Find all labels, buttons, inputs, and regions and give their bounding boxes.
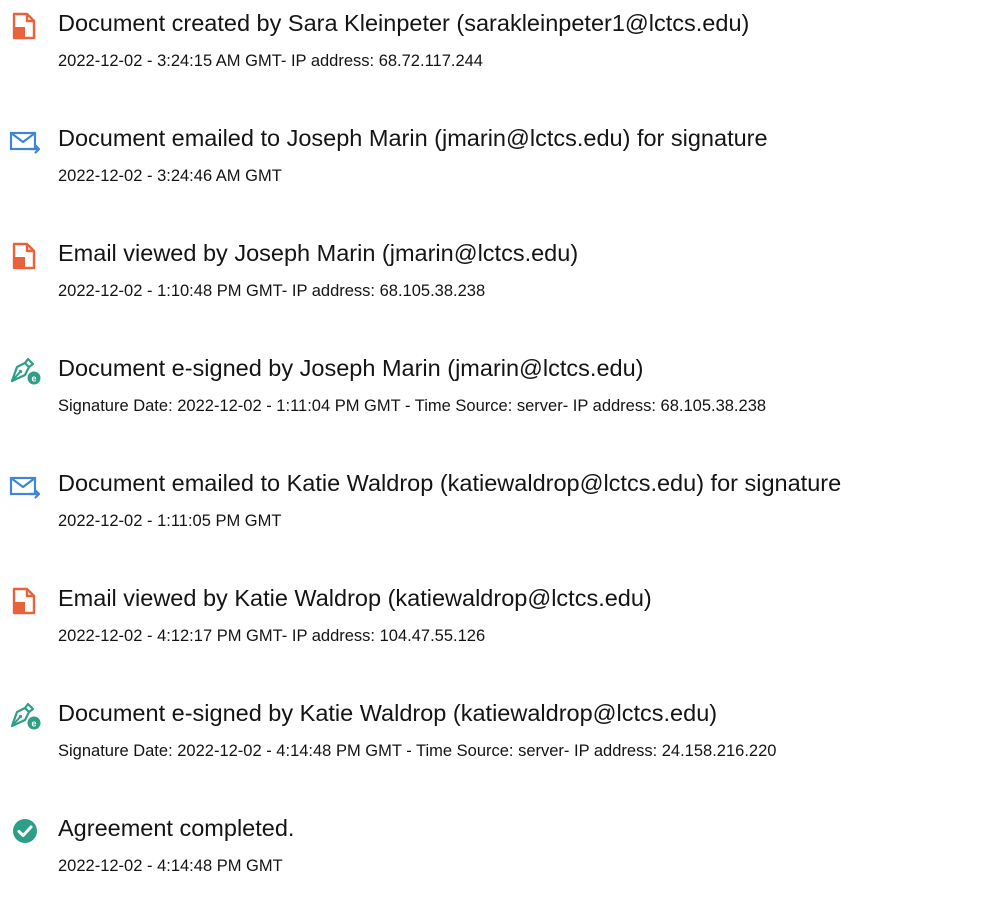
event-detail: Signature Date: 2022-12-02 - 1:11:04 PM … [58,397,767,415]
event-title: Document emailed to Joseph Marin (jmarin… [58,125,768,151]
audit-event-email-viewed: Email viewed by Katie Waldrop (katiewald… [0,575,988,675]
event-detail: 2022-12-02 - 4:14:48 PM GMT [58,857,283,875]
audit-event-email-viewed: Email viewed by Joseph Marin (jmarin@lct… [0,230,988,330]
audit-event-esigned: e Document e-signed by Joseph Marin (jma… [0,345,988,445]
document-created-icon [8,11,42,41]
email-sent-icon [8,471,42,501]
event-title: Document created by Sara Kleinpeter (sar… [58,10,750,36]
audit-event-emailed: Document emailed to Joseph Marin (jmarin… [0,115,988,215]
event-detail: Signature Date: 2022-12-02 - 4:14:48 PM … [58,742,777,760]
event-title: Agreement completed. [58,815,295,841]
event-detail: 2022-12-02 - 4:12:17 PM GMT- IP address:… [58,627,486,645]
audit-event-document-created: Document created by Sara Kleinpeter (sar… [0,0,988,100]
audit-event-esigned: e Document e-signed by Katie Waldrop (ka… [0,690,988,790]
event-detail: 2022-12-02 - 3:24:15 AM GMT- IP address:… [58,52,483,70]
esign-pen-icon: e [8,701,42,731]
event-detail: 2022-12-02 - 1:11:05 PM GMT [58,512,282,530]
email-sent-icon [8,126,42,156]
event-title: Document e-signed by Joseph Marin (jmari… [58,355,644,381]
email-viewed-icon [8,586,42,616]
email-viewed-icon [8,241,42,271]
event-title: Document emailed to Katie Waldrop (katie… [58,470,842,496]
audit-event-emailed: Document emailed to Katie Waldrop (katie… [0,460,988,560]
audit-event-agreement-completed: Agreement completed. 2022-12-02 - 4:14:4… [0,805,988,905]
event-title: Email viewed by Joseph Marin (jmarin@lct… [58,240,579,266]
event-detail: 2022-12-02 - 3:24:46 AM GMT [58,167,282,185]
event-title: Document e-signed by Katie Waldrop (kati… [58,700,718,726]
svg-text:e: e [31,374,36,384]
event-detail: 2022-12-02 - 1:10:48 PM GMT- IP address:… [58,282,486,300]
esign-pen-icon: e [8,356,42,386]
agreement-completed-check-icon [8,816,42,846]
event-title: Email viewed by Katie Waldrop (katiewald… [58,585,652,611]
svg-text:e: e [31,719,36,729]
